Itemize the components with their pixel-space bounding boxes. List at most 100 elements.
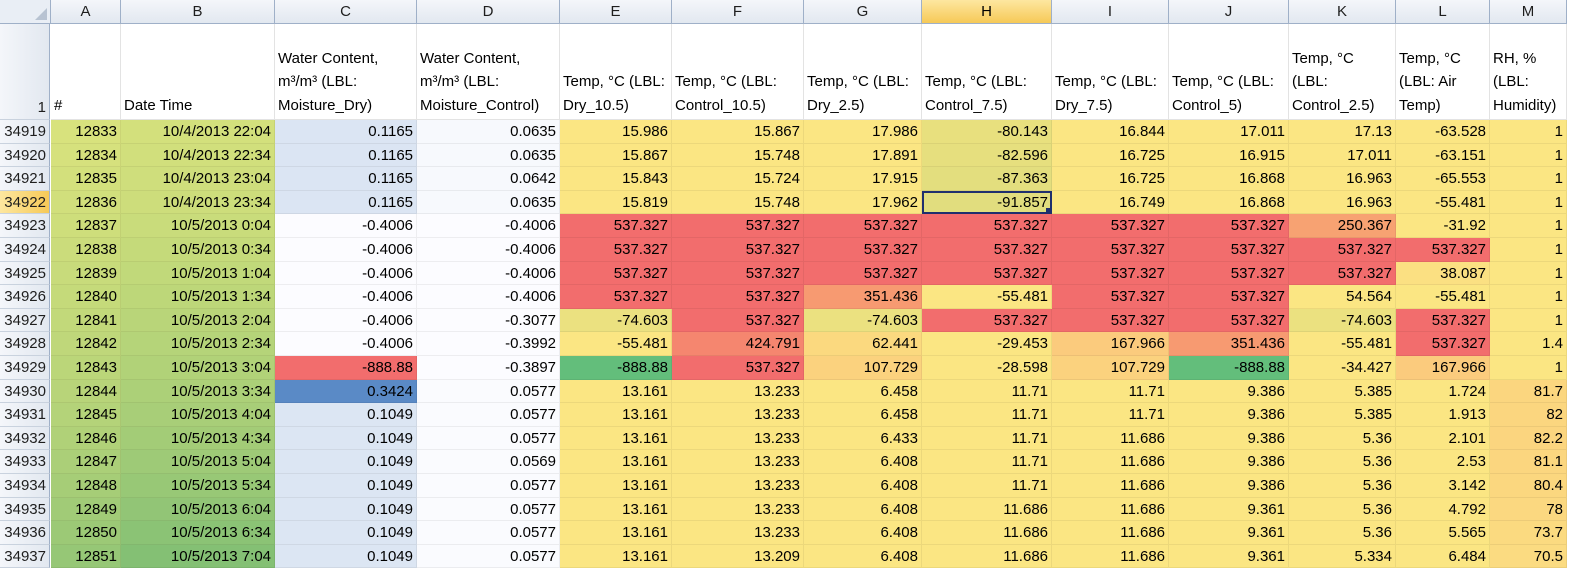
data-cell-b[interactable]: 10/5/2013 1:04 [121, 261, 275, 286]
data-cell-b[interactable]: 10/5/2013 1:34 [121, 285, 275, 309]
data-cell-m[interactable]: 1 [1490, 120, 1567, 144]
data-cell-b[interactable]: 10/5/2013 5:04 [121, 450, 275, 474]
header-cell-c[interactable]: Water Content, m³/m³ (LBL: Moisture_Dry) [275, 24, 417, 120]
data-cell-i[interactable]: 16.749 [1052, 190, 1169, 215]
column-header-k[interactable]: K [1289, 0, 1396, 24]
data-cell-e[interactable]: 15.986 [560, 120, 672, 144]
row-header-34930[interactable]: 34930 [0, 379, 50, 404]
data-cell-k[interactable]: 5.36 [1289, 426, 1396, 451]
data-cell-i[interactable]: 16.844 [1052, 120, 1169, 144]
column-header-f[interactable]: F [672, 0, 804, 24]
column-header-g[interactable]: G [804, 0, 922, 24]
data-cell-f[interactable]: 13.233 [672, 474, 804, 498]
header-cell-k[interactable]: Temp, °C (LBL: Control_2.5) [1289, 24, 1396, 120]
data-cell-m[interactable]: 1 [1490, 285, 1567, 309]
data-cell-m[interactable]: 1 [1490, 308, 1567, 333]
data-cell-h[interactable]: -87.363 [922, 167, 1052, 191]
data-cell-d[interactable]: 0.0577 [417, 497, 560, 522]
header-cell-i[interactable]: Temp, °C (LBL: Dry_7.5) [1052, 24, 1169, 120]
data-cell-j[interactable]: -888.88 [1169, 356, 1289, 380]
row-header-34920[interactable]: 34920 [0, 143, 50, 168]
data-cell-c[interactable]: -0.4006 [275, 332, 417, 356]
data-cell-g[interactable]: -74.603 [804, 308, 922, 333]
data-cell-g[interactable]: 6.408 [804, 474, 922, 498]
data-cell-f[interactable]: 537.327 [672, 356, 804, 380]
data-cell-f[interactable]: 537.327 [672, 214, 804, 238]
data-cell-j[interactable]: 9.361 [1169, 521, 1289, 545]
data-cell-e[interactable]: 13.161 [560, 403, 672, 427]
data-cell-c[interactable]: 0.1049 [275, 450, 417, 474]
row-header-34937[interactable]: 34937 [0, 544, 50, 569]
data-cell-b[interactable]: 10/5/2013 2:34 [121, 332, 275, 356]
data-cell-h[interactable]: -55.481 [922, 285, 1052, 309]
data-cell-f[interactable]: 15.748 [672, 143, 804, 168]
row-header-34928[interactable]: 34928 [0, 332, 50, 356]
data-cell-d[interactable]: 0.0635 [417, 190, 560, 215]
data-cell-b[interactable]: 10/5/2013 6:34 [121, 521, 275, 545]
data-cell-j[interactable]: 9.386 [1169, 450, 1289, 474]
data-cell-j[interactable]: 9.386 [1169, 379, 1289, 404]
data-cell-j[interactable]: 537.327 [1169, 308, 1289, 333]
data-cell-h[interactable]: -29.453 [922, 332, 1052, 356]
row-header-34921[interactable]: 34921 [0, 167, 50, 191]
data-cell-c[interactable]: -0.4006 [275, 261, 417, 286]
data-cell-h[interactable]: 537.327 [922, 238, 1052, 262]
row-header-34933[interactable]: 34933 [0, 450, 50, 474]
data-cell-h[interactable]: 11.71 [922, 426, 1052, 451]
data-cell-c[interactable]: -0.4006 [275, 214, 417, 238]
data-cell-g[interactable]: 6.408 [804, 450, 922, 474]
data-cell-d[interactable]: 0.0577 [417, 379, 560, 404]
data-cell-k[interactable]: 16.963 [1289, 190, 1396, 215]
data-cell-b[interactable]: 10/5/2013 3:04 [121, 356, 275, 380]
data-cell-c[interactable]: 0.1049 [275, 403, 417, 427]
data-cell-e[interactable]: 537.327 [560, 214, 672, 238]
data-cell-m[interactable]: 1.4 [1490, 332, 1567, 356]
data-cell-g[interactable]: 537.327 [804, 238, 922, 262]
data-cell-d[interactable]: 0.0635 [417, 143, 560, 168]
data-cell-k[interactable]: -34.427 [1289, 356, 1396, 380]
data-cell-d[interactable]: -0.4006 [417, 285, 560, 309]
column-header-c[interactable]: C [275, 0, 417, 24]
data-cell-d[interactable]: 0.0577 [417, 403, 560, 427]
data-cell-m[interactable]: 1 [1490, 143, 1567, 168]
data-cell-l[interactable]: 38.087 [1396, 261, 1490, 286]
row-header-34923[interactable]: 34923 [0, 214, 50, 238]
data-cell-j[interactable]: 537.327 [1169, 261, 1289, 286]
data-cell-k[interactable]: -55.481 [1289, 332, 1396, 356]
data-cell-a[interactable]: 12843 [51, 356, 121, 380]
data-cell-j[interactable]: 17.011 [1169, 120, 1289, 144]
data-cell-k[interactable]: 5.36 [1289, 450, 1396, 474]
data-cell-l[interactable]: 167.966 [1396, 356, 1490, 380]
data-cell-m[interactable]: 81.1 [1490, 450, 1567, 474]
data-cell-k[interactable]: 537.327 [1289, 238, 1396, 262]
data-cell-f[interactable]: 13.233 [672, 403, 804, 427]
data-cell-g[interactable]: 17.986 [804, 120, 922, 144]
data-cell-l[interactable]: 1.913 [1396, 403, 1490, 427]
data-cell-a[interactable]: 12842 [51, 332, 121, 356]
data-cell-i[interactable]: 167.966 [1052, 332, 1169, 356]
data-cell-j[interactable]: 16.868 [1169, 190, 1289, 215]
row-header-34932[interactable]: 34932 [0, 426, 50, 451]
data-cell-m[interactable]: 1 [1490, 214, 1567, 238]
column-header-a[interactable]: A [51, 0, 121, 24]
data-cell-m[interactable]: 70.5 [1490, 544, 1567, 569]
data-cell-j[interactable]: 9.361 [1169, 544, 1289, 569]
data-cell-h[interactable]: 11.686 [922, 544, 1052, 569]
data-cell-m[interactable]: 82.2 [1490, 426, 1567, 451]
data-cell-e[interactable]: -55.481 [560, 332, 672, 356]
data-cell-a[interactable]: 12838 [51, 238, 121, 262]
header-cell-a[interactable]: # [51, 24, 121, 120]
data-cell-i[interactable]: 11.686 [1052, 450, 1169, 474]
data-cell-g[interactable]: 17.891 [804, 143, 922, 168]
column-header-h[interactable]: H [922, 0, 1052, 24]
data-cell-l[interactable]: 537.327 [1396, 238, 1490, 262]
data-cell-k[interactable]: 5.385 [1289, 403, 1396, 427]
data-cell-a[interactable]: 12844 [51, 379, 121, 404]
data-cell-k[interactable]: 54.564 [1289, 285, 1396, 309]
data-cell-f[interactable]: 13.233 [672, 379, 804, 404]
data-cell-c[interactable]: 0.1165 [275, 190, 417, 215]
data-cell-a[interactable]: 12851 [51, 544, 121, 569]
row-header-34931[interactable]: 34931 [0, 403, 50, 427]
data-cell-i[interactable]: 537.327 [1052, 238, 1169, 262]
data-cell-j[interactable]: 9.386 [1169, 403, 1289, 427]
